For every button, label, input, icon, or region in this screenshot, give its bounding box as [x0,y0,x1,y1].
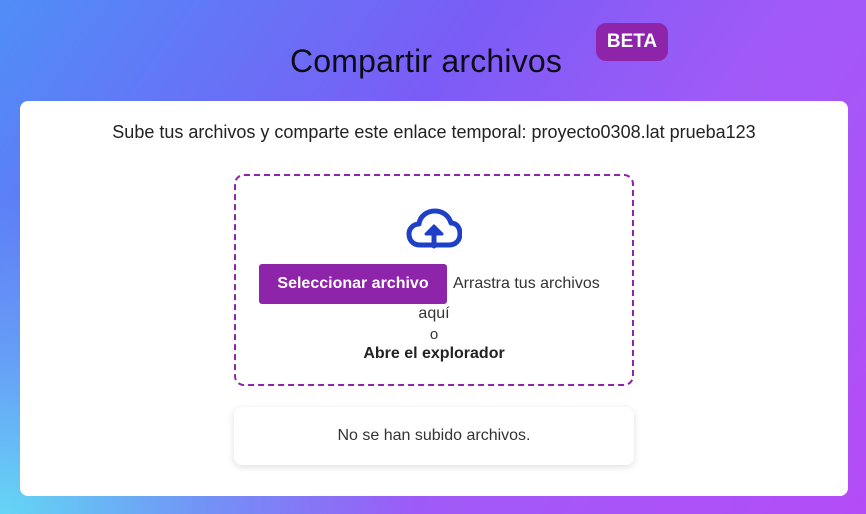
uploaded-files-panel: No se han subido archivos. [234,407,634,465]
select-file-button[interactable]: Seleccionar archivo [259,264,447,304]
open-explorer-link[interactable]: Abre el explorador [236,345,632,363]
share-link-text: Sube tus archivos y comparte este enlace… [112,122,756,142]
drop-zone[interactable]: Seleccionar archivo Arrastra tus archivo… [234,174,634,386]
upload-card: Sube tus archivos y comparte este enlace… [20,101,848,496]
page-title: Compartir archivos [290,43,563,79]
page-header: Compartir archivos BETA [0,18,866,98]
drag-hint-text-continued: aquí [418,305,450,322]
or-separator: o [429,326,439,343]
drag-hint-text: Arrastra tus archivos [453,275,600,292]
no-files-message: No se han subido archivos. [337,427,531,444]
beta-badge: BETA [596,23,668,61]
cloud-upload-icon [406,208,462,249]
